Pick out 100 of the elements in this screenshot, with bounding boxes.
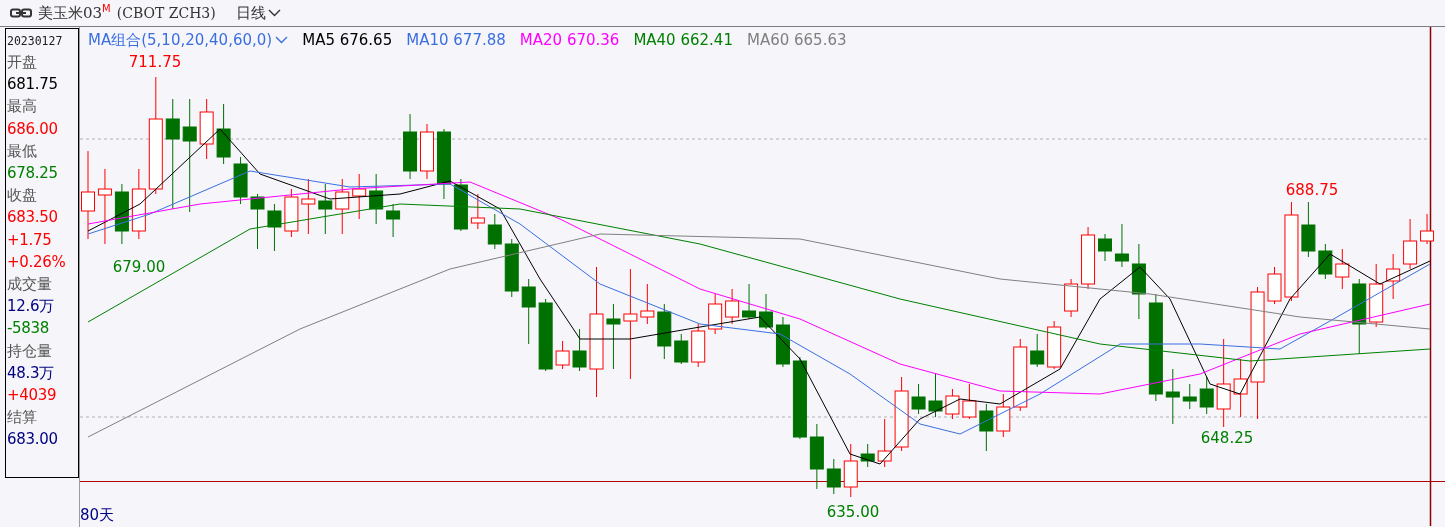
candlestick: [403, 113, 418, 180]
chevron-down-icon: [275, 36, 289, 44]
candlestick: [775, 316, 790, 368]
ma-legend-value: MA10 677.88: [406, 31, 506, 49]
candlestick: [657, 303, 672, 360]
quote-date: 20230127: [7, 33, 64, 50]
candlestick: [1318, 243, 1333, 280]
candlestick: [386, 203, 401, 238]
candlestick: [826, 458, 841, 495]
candlestick: [267, 203, 282, 252]
ma-legend-value: MA20 670.36: [519, 31, 620, 49]
candlestick: [860, 443, 875, 468]
candlestick: [606, 303, 621, 370]
ma-legend-value: MA5 676.65: [302, 31, 393, 49]
quote-value: 683.00: [7, 429, 59, 451]
candlestick: [809, 423, 824, 490]
candlestick: [1335, 248, 1350, 290]
candlestick: [436, 128, 451, 200]
quote-value: 683.50: [7, 207, 59, 229]
candlestick: [1420, 213, 1435, 245]
quote-value: +1.75: [7, 229, 53, 251]
price-annotation: 679.00: [112, 258, 166, 276]
ma-group-dropdown[interactable]: MA组合(5,10,20,40,60,0): [88, 30, 289, 50]
candlestick: [962, 383, 977, 420]
candlestick: [1030, 333, 1045, 368]
quote-value: 12.6万: [7, 296, 55, 318]
candlestick: [911, 383, 926, 415]
candlestick: [725, 288, 740, 325]
chevron-down-icon: [267, 9, 281, 17]
quote-value: 48.3万: [7, 362, 55, 384]
candlestick: [199, 98, 214, 160]
instrument-title: 美玉米03$^{M}$: [38, 3, 111, 23]
quote-label: 收盘: [7, 185, 38, 207]
candlestick: [1081, 226, 1096, 290]
quote-label: 最低: [7, 140, 38, 162]
candlestick: [572, 328, 587, 372]
candlestick: [1403, 218, 1418, 270]
quote-value: +0.26%: [7, 251, 67, 273]
price-annotation: 711.75: [128, 53, 182, 71]
quote-value: -5838: [7, 318, 51, 340]
candlestick: [1182, 383, 1197, 410]
candlestick: [250, 193, 265, 250]
candlestick: [945, 388, 960, 420]
quote-label: 最高: [7, 96, 38, 118]
candlestick: [284, 188, 299, 238]
quote-value: 681.75: [7, 74, 59, 96]
period-dropdown[interactable]: 日线: [235, 3, 281, 23]
candlestick: [1098, 233, 1112, 262]
range-label: 80天: [80, 505, 115, 525]
candlestick: [335, 178, 350, 235]
candlestick: [1064, 278, 1079, 318]
candlestick: [708, 293, 723, 335]
candlestick: [504, 238, 519, 298]
candlestick: [996, 393, 1011, 438]
candlestick: [301, 178, 316, 235]
quote-value: +4039: [7, 385, 58, 407]
candlestick: [1369, 263, 1384, 328]
candlestick: [928, 373, 943, 418]
price-annotation: 635.00: [826, 503, 880, 521]
quote-value: 678.25: [7, 163, 59, 184]
link-icon[interactable]: [10, 8, 32, 18]
price-annotation: 648.25: [1200, 429, 1254, 447]
candlestick: [369, 173, 384, 225]
candlestick: [1114, 223, 1129, 268]
ma-legend-value: MA60 665.63: [746, 31, 847, 49]
quote-value: 686.00: [7, 118, 59, 140]
candlestick: [114, 183, 129, 245]
instrument-code: (CBOT ZCH3): [116, 5, 216, 21]
quote-label: 成交量: [7, 274, 53, 296]
candlestick: [352, 173, 367, 220]
candlestick: [131, 168, 146, 240]
candlestick: [1386, 253, 1401, 300]
candlestick: [691, 323, 706, 368]
candlestick: [742, 283, 757, 320]
candlestick: [759, 293, 773, 330]
candlestick: [1233, 358, 1248, 418]
quote-label: 持仓量: [7, 340, 53, 362]
candlestick: [640, 283, 655, 325]
candlestick: [470, 193, 485, 230]
candlestick: [216, 103, 231, 165]
quote-label: 开盘: [7, 52, 38, 73]
candlestick: [318, 183, 333, 235]
candlestick: [979, 403, 994, 452]
ma-legend-value: MA40 662.41: [633, 31, 733, 49]
candlestick: [521, 278, 536, 345]
candlestick: [1165, 368, 1180, 425]
candlestick: [674, 333, 689, 365]
candlestick: [1267, 266, 1282, 305]
candlestick: [487, 213, 502, 250]
candlestick: [877, 418, 892, 468]
candlestick: [1301, 201, 1316, 258]
candlestick: [233, 156, 248, 205]
candlestick: [1199, 376, 1214, 415]
candlestick: [1047, 320, 1062, 370]
candlestick: [555, 340, 570, 370]
quote-label: 结算: [7, 407, 38, 429]
candlestick: [843, 443, 858, 498]
price-annotation: 688.75: [1285, 181, 1339, 199]
candlestick: [453, 178, 468, 232]
candlestick: [420, 123, 434, 180]
